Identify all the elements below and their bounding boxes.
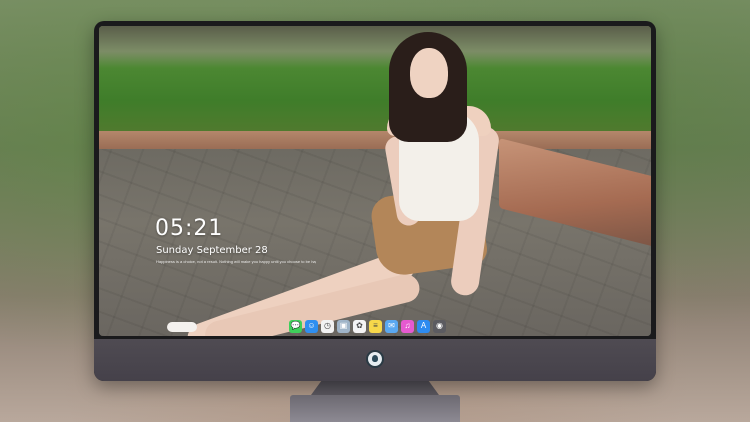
messages-icon[interactable]: 💬: [289, 319, 302, 333]
imac-monitor: 05:21 Sunday September 28 Happiness is a…: [94, 21, 656, 381]
camera-icon[interactable]: ◉: [433, 319, 446, 333]
monitor-stand-base: [290, 395, 460, 422]
wallpaper-figure-face: [410, 48, 448, 98]
wallpaper-trees: [99, 26, 651, 68]
app-store-icon[interactable]: A: [417, 319, 430, 333]
lockscreen-quote: Happiness is a choice, not a result. Not…: [156, 259, 316, 264]
photos-icon[interactable]: ✿: [353, 319, 366, 333]
clock-icon[interactable]: ◷: [321, 319, 334, 333]
lockscreen-time: 05:21: [155, 216, 224, 241]
dock: 💬 ☺ ◷ ▣ ✿ ≡ ✉ ♫ A ◉: [289, 319, 465, 333]
preview-icon[interactable]: ▣: [337, 319, 350, 333]
screen: 05:21 Sunday September 28 Happiness is a…: [99, 26, 651, 336]
monitor-chin: [94, 339, 656, 381]
notes-icon[interactable]: ≡: [369, 319, 382, 333]
mail-icon[interactable]: ✉: [385, 319, 398, 333]
brand-logo-icon: [366, 350, 384, 368]
finder-icon[interactable]: ☺: [305, 319, 318, 333]
monitor-stand-neck: [311, 381, 439, 395]
wallpaper-figure-shoe: [167, 322, 197, 332]
wallpaper-wall: [99, 131, 651, 149]
itunes-icon[interactable]: ♫: [401, 319, 414, 333]
lockscreen-date: Sunday September 28: [156, 245, 268, 256]
